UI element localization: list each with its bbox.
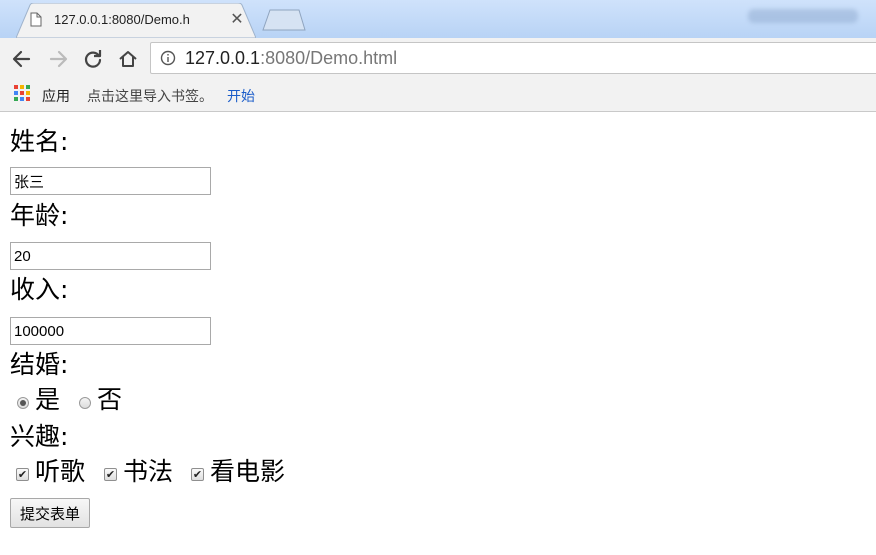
bookmark-start-link[interactable]: 开始	[227, 86, 255, 106]
age-input[interactable]	[10, 242, 211, 270]
hobby-movies-checkbox[interactable]: ✔	[191, 468, 204, 481]
close-icon[interactable]: ✕	[228, 9, 246, 29]
married-label: 结婚:	[10, 350, 69, 379]
bookmark-apps[interactable]: 应用	[42, 86, 70, 106]
hobby-calligraphy-checkbox[interactable]: ✔	[104, 468, 117, 481]
apps-grid-icon[interactable]	[14, 85, 32, 103]
hobby-calligraphy-label: 书法	[123, 457, 174, 486]
name-label: 姓名:	[10, 127, 69, 156]
arrow-right-icon[interactable]	[45, 47, 71, 71]
document-icon	[30, 12, 42, 27]
married-no-radio[interactable]	[79, 397, 91, 409]
page-content: 姓名: 年龄: 收入: 结婚: 是 否 兴趣: ✔ 听歌 ✔ 书法 ✔ 看电影 …	[0, 112, 876, 555]
married-no-label: 否	[97, 385, 123, 414]
tab-title: 127.0.0.1:8080/Demo.h	[54, 12, 190, 27]
name-input[interactable]	[10, 167, 211, 195]
url-text[interactable]: 127.0.0.1:8080/Demo.html	[185, 48, 397, 69]
hobby-music-checkbox[interactable]: ✔	[16, 468, 29, 481]
age-label: 年龄:	[10, 201, 69, 230]
hobby-movies-label: 看电影	[210, 457, 286, 486]
arrow-left-icon[interactable]	[9, 47, 35, 71]
tab-strip: 127.0.0.1:8080/Demo.h ✕	[0, 0, 876, 38]
reload-icon[interactable]	[80, 47, 106, 71]
address-bar[interactable]: 127.0.0.1:8080/Demo.html	[150, 42, 876, 74]
income-label: 收入:	[10, 275, 69, 304]
browser-toolbar: 127.0.0.1:8080/Demo.html	[0, 38, 876, 80]
bookmarks-bar: 应用 点击这里导入书签。 开始	[0, 80, 876, 112]
home-icon[interactable]	[115, 47, 141, 71]
hobby-music-label: 听歌	[35, 457, 86, 486]
new-tab-button[interactable]	[262, 9, 306, 31]
income-input[interactable]	[10, 317, 211, 345]
active-tab[interactable]: 127.0.0.1:8080/Demo.h ✕	[16, 3, 256, 38]
hobby-label: 兴趣:	[10, 422, 69, 451]
window-title-blur	[748, 9, 858, 23]
married-yes-radio[interactable]	[17, 397, 29, 409]
info-icon[interactable]	[160, 50, 176, 66]
import-bookmarks-hint[interactable]: 点击这里导入书签。	[87, 86, 213, 106]
url-path: :8080/Demo.html	[260, 48, 398, 68]
url-host: 127.0.0.1	[185, 48, 261, 68]
married-yes-label: 是	[35, 385, 61, 414]
submit-form-button[interactable]: 提交表单	[10, 498, 91, 528]
